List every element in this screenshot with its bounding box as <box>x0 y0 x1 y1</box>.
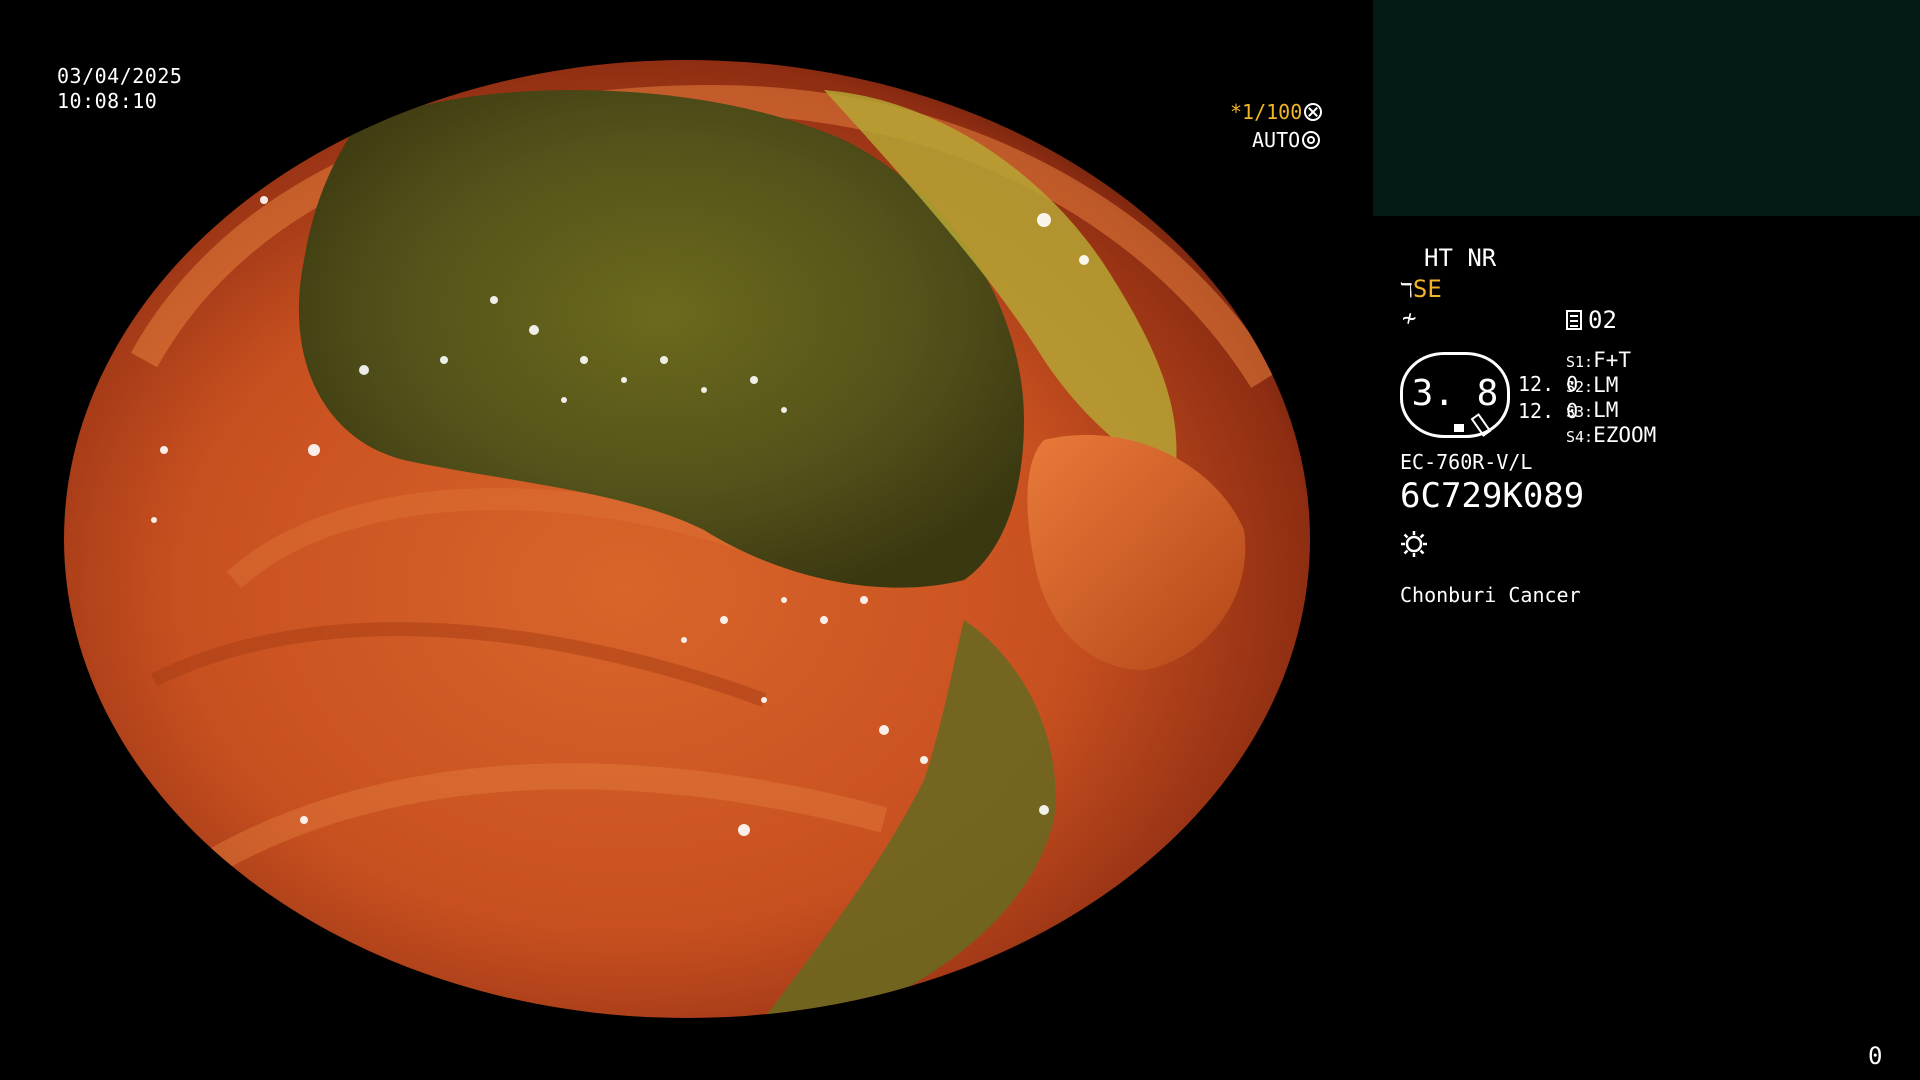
memory-card-icon <box>1566 310 1582 330</box>
iris-mode-row: AUTO <box>1252 128 1321 152</box>
corner-counter: 0 <box>1868 1042 1883 1070</box>
shutter-speed: *1/100 <box>1230 100 1303 124</box>
iris-mode: AUTO <box>1252 128 1301 152</box>
iris-icon <box>1302 131 1321 149</box>
brightness-icon <box>1400 530 1428 558</box>
memory-value: 02 <box>1588 306 1617 334</box>
structure-enhance-icon: ℸ <box>1400 278 1413 302</box>
memory-row: 02 <box>1566 308 1617 332</box>
switch-row: S1:F+T <box>1566 348 1632 372</box>
switch-list: S1:F+T S2:LM S3:LM S4:EZOOM <box>1566 350 1656 450</box>
color-mode-icon: ≁ <box>1402 304 1417 332</box>
enhancement-row: ℸSE <box>1400 277 1442 301</box>
gauge: 3. 8 <box>1400 352 1514 442</box>
switch-row: S2:LM <box>1566 373 1619 397</box>
gauge-marker <box>1454 424 1464 432</box>
shutter-speed-row: *1/100 <box>1230 100 1323 124</box>
reference-image-panel <box>1373 0 1920 216</box>
institution-name: Chonburi Cancer <box>1400 583 1581 607</box>
switch-row: S3:LM <box>1566 398 1619 422</box>
endoscope-view <box>64 60 1310 1018</box>
enhancement-mode: SE <box>1412 275 1442 303</box>
aperture-icon <box>1304 103 1323 121</box>
switch-row: S4:EZOOM <box>1566 423 1657 447</box>
scope-serial: 6C729K089 <box>1400 476 1585 516</box>
ht-nr-label: HT NR <box>1424 244 1497 272</box>
exam-date: 03/04/2025 <box>57 64 183 88</box>
scope-model: EC-760R-V/L <box>1400 450 1533 474</box>
gauge-value: 3. 8 <box>1411 373 1499 414</box>
exam-time: 10:08:10 <box>57 89 158 113</box>
